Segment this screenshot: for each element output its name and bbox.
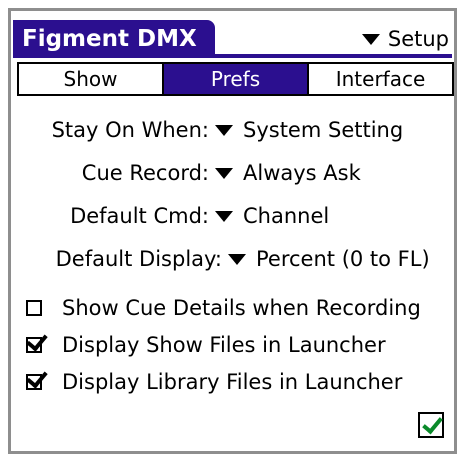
option-display-show-files[interactable]: Display Show Files in Launcher <box>26 330 386 360</box>
option-show-cue-details[interactable]: Show Cue Details when Recording <box>26 293 421 323</box>
cue-record-popup[interactable]: Always Ask <box>215 156 361 190</box>
option-label: Display Show Files in Launcher <box>62 333 386 357</box>
tab-show[interactable]: Show <box>19 64 164 94</box>
green-checkmark-icon[interactable] <box>418 412 444 438</box>
option-display-library-files[interactable]: Display Library Files in Launcher <box>26 367 402 397</box>
dropdown-triangle-icon <box>215 167 233 179</box>
pref-row-default-cmd: Default Cmd: Channel <box>0 199 469 233</box>
title-bar: Figment DMX Setup <box>10 11 455 58</box>
cue-record-label: Cue Record: <box>81 161 209 185</box>
dropdown-triangle-icon <box>228 253 246 265</box>
default-cmd-label: Default Cmd: <box>70 204 209 228</box>
dropdown-triangle-icon <box>361 33 380 45</box>
default-display-popup[interactable]: Percent (0 to FL) <box>228 242 430 276</box>
setup-menu-label: Setup <box>387 27 449 51</box>
tab-prefs[interactable]: Prefs <box>164 64 309 94</box>
stay-on-popup[interactable]: System Setting <box>215 113 403 147</box>
default-cmd-value: Channel <box>243 204 330 228</box>
tab-bar: Show Prefs Interface <box>17 62 454 96</box>
default-display-label: Default Display: <box>55 247 222 271</box>
dropdown-triangle-icon <box>215 124 233 136</box>
dropdown-triangle-icon <box>215 210 233 222</box>
tab-interface[interactable]: Interface <box>309 64 452 94</box>
checkbox-checked[interactable] <box>26 374 42 390</box>
checkbox-checked[interactable] <box>26 337 42 353</box>
setup-menu-trigger[interactable]: Setup <box>361 24 449 54</box>
title-underline <box>13 54 452 58</box>
stay-on-value: System Setting <box>243 118 404 142</box>
cue-record-value: Always Ask <box>243 161 361 185</box>
app-title: Figment DMX <box>13 20 215 58</box>
default-cmd-popup[interactable]: Channel <box>215 199 329 233</box>
stay-on-label: Stay On When: <box>51 118 209 142</box>
pref-row-stay-on: Stay On When: System Setting <box>0 113 469 147</box>
option-label: Show Cue Details when Recording <box>62 296 421 320</box>
checkbox-unchecked[interactable] <box>26 300 42 316</box>
option-label: Display Library Files in Launcher <box>62 370 403 394</box>
pref-row-cue-record: Cue Record: Always Ask <box>0 156 469 190</box>
pref-row-default-display: Default Display: Percent (0 to FL) <box>0 242 469 276</box>
default-display-value: Percent (0 to FL) <box>256 247 430 271</box>
